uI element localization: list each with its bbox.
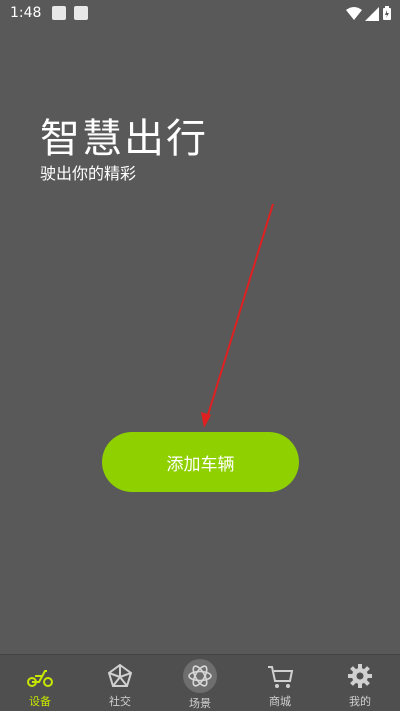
tab-me[interactable]: 我的 [320, 655, 400, 711]
tab-label-devices: 设备 [29, 695, 51, 708]
tab-devices[interactable]: 设备 [0, 655, 80, 711]
tab-mall[interactable]: 商城 [240, 655, 320, 711]
gear-icon [348, 664, 372, 688]
tab-label-mall: 商城 [269, 695, 291, 708]
annotation-arrow [201, 203, 274, 428]
atom-icon [188, 665, 212, 687]
bottom-tab-bar: 设备 社交 场景 商城 我的 [0, 654, 400, 711]
network-icon [107, 663, 133, 687]
scooter-icon [27, 670, 53, 687]
cart-icon [268, 666, 294, 688]
add-vehicle-button[interactable]: 添加车辆 [102, 432, 299, 492]
tab-scenes[interactable]: 场景 [160, 655, 240, 711]
atom-icon-container [183, 659, 217, 693]
tab-social[interactable]: 社交 [80, 655, 160, 711]
add-vehicle-label: 添加车辆 [166, 454, 235, 475]
tab-label-social: 社交 [109, 695, 131, 708]
tab-label-scenes: 场景 [189, 697, 211, 710]
tab-label-me: 我的 [349, 695, 371, 708]
